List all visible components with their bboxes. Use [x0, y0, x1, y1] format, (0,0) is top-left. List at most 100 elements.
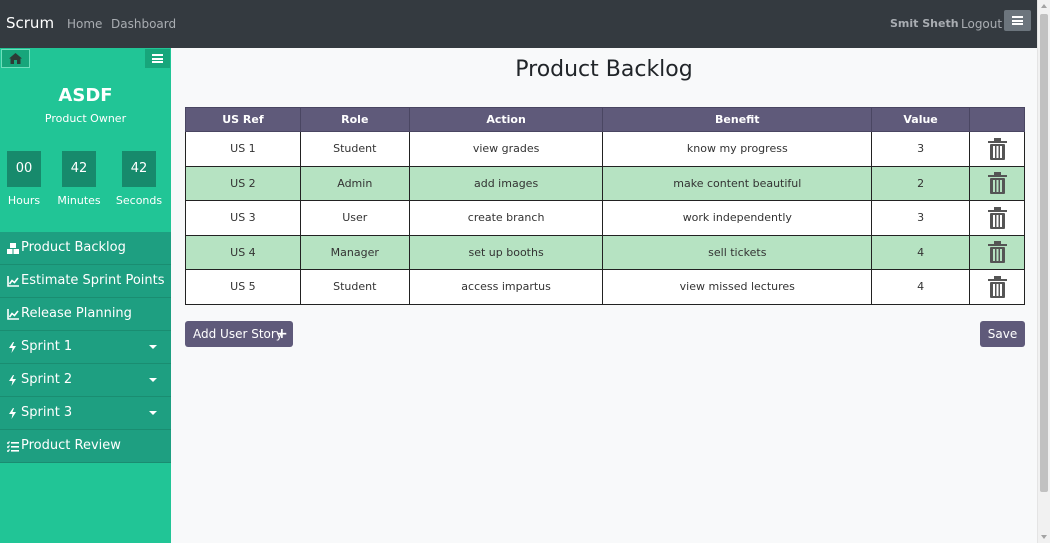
sidebar-item-label: Sprint 1: [21, 339, 73, 354]
timer-seconds-label: Seconds: [115, 194, 163, 207]
sidebar-item-label: Estimate Sprint Points: [21, 273, 165, 288]
cell-action[interactable]: add images: [408, 165, 604, 201]
sidebar-item-product-backlog[interactable]: Product Backlog: [0, 232, 171, 265]
sidebar-item-label: Release Planning: [21, 306, 132, 321]
brand-link[interactable]: Scrum: [6, 14, 54, 32]
column-header-value: Value: [871, 107, 971, 132]
nav-home-link[interactable]: Home: [67, 17, 102, 31]
cell-action[interactable]: access impartus: [408, 269, 604, 305]
sidebar-item-label: Sprint 2: [21, 372, 73, 387]
sidebar: ASDF Product Owner 00 42 42 Hours Minute…: [0, 48, 171, 543]
scroll-up-arrow-icon[interactable]: [1041, 4, 1047, 8]
sidebar-item-estimate-sprint-points[interactable]: Estimate Sprint Points: [0, 265, 171, 298]
sidebar-item-sprint-2[interactable]: Sprint 2: [0, 364, 171, 397]
bolt-icon: [9, 342, 16, 353]
cubes-icon: [7, 243, 19, 254]
chevron-down-icon[interactable]: [149, 345, 157, 349]
team-name: ASDF: [58, 85, 113, 106]
cell-us-ref[interactable]: US 5: [185, 269, 301, 305]
cell-benefit[interactable]: sell tickets: [602, 234, 873, 270]
add-user-story-button[interactable]: Add User Story +: [185, 321, 293, 347]
line-chart-icon: [7, 276, 19, 287]
cell-action[interactable]: create branch: [408, 200, 604, 236]
timer-minutes: 42: [62, 151, 96, 187]
trash-icon: [987, 241, 1007, 264]
page-scrollbar[interactable]: [1037, 0, 1050, 543]
cell-action[interactable]: view grades: [408, 131, 604, 167]
sidebar-item-label: Product Backlog: [21, 240, 126, 255]
sidebar-item-label: Product Review: [21, 438, 121, 453]
timer-minutes-label: Minutes: [57, 194, 101, 207]
navbar-menu-button[interactable]: [1004, 10, 1031, 31]
trash-icon: [987, 137, 1007, 160]
table-row: US 3 User create branch work independent…: [185, 200, 1025, 236]
column-header-us-ref: US Ref: [185, 107, 301, 132]
timer-hours-label: Hours: [7, 194, 41, 207]
delete-row-button[interactable]: [969, 131, 1025, 167]
cell-benefit[interactable]: work independently: [602, 200, 873, 236]
sidebar-toggle-button[interactable]: [145, 49, 170, 68]
cell-value[interactable]: 4: [871, 269, 971, 305]
cell-us-ref[interactable]: US 2: [185, 165, 301, 201]
cell-role[interactable]: User: [299, 200, 410, 236]
user-role: Product Owner: [44, 112, 127, 125]
delete-row-button[interactable]: [969, 165, 1025, 201]
nav-dashboard-link[interactable]: Dashboard: [111, 17, 176, 31]
top-navbar: Scrum Home Dashboard Smit Sheth Logout: [0, 0, 1037, 48]
cell-role[interactable]: Admin: [299, 165, 410, 201]
sidebar-item-sprint-3[interactable]: Sprint 3: [0, 397, 171, 430]
home-icon: [9, 53, 22, 64]
cell-us-ref[interactable]: US 4: [185, 234, 301, 270]
bolt-icon: [9, 375, 16, 386]
cell-value[interactable]: 3: [871, 200, 971, 236]
sidebar-home-button[interactable]: [1, 49, 30, 68]
hamburger-icon: [152, 54, 163, 63]
delete-row-button[interactable]: [969, 200, 1025, 236]
table-row: US 5 Student access impartus view missed…: [185, 269, 1025, 305]
page-title: Product Backlog: [515, 57, 693, 82]
scroll-down-arrow-icon[interactable]: [1041, 535, 1047, 539]
table-row: US 1 Student view grades know my progres…: [185, 131, 1025, 167]
cell-role[interactable]: Student: [299, 131, 410, 167]
sidebar-item-product-review[interactable]: Product Review: [0, 430, 171, 463]
trash-icon: [987, 206, 1007, 229]
add-user-story-label: Add User Story: [193, 327, 283, 341]
cell-us-ref[interactable]: US 1: [185, 131, 301, 167]
column-header-delete: [969, 107, 1025, 132]
backlog-table: US Ref Role Action Benefit Value US 1 St…: [185, 107, 1025, 305]
save-button[interactable]: Save: [980, 321, 1025, 347]
delete-row-button[interactable]: [969, 269, 1025, 305]
column-header-action: Action: [408, 107, 604, 132]
line-chart-icon: [7, 309, 19, 320]
cell-value[interactable]: 3: [871, 131, 971, 167]
cell-role[interactable]: Student: [299, 269, 410, 305]
chevron-down-icon[interactable]: [149, 378, 157, 382]
sidebar-item-sprint-1[interactable]: Sprint 1: [0, 331, 171, 364]
cell-role[interactable]: Manager: [299, 234, 410, 270]
table-row: US 2 Admin add images make content beaut…: [185, 165, 1025, 201]
cell-value[interactable]: 2: [871, 165, 971, 201]
bolt-icon: [9, 408, 16, 419]
tasks-icon: [7, 441, 19, 452]
plus-icon: +: [276, 326, 288, 342]
sidebar-menu: Product Backlog Estimate Sprint Points R…: [0, 232, 171, 463]
sidebar-item-label: Sprint 3: [21, 405, 73, 420]
logout-link[interactable]: Logout: [961, 17, 1002, 31]
user-name: Smit Sheth: [890, 17, 959, 30]
column-header-benefit: Benefit: [602, 107, 873, 132]
sidebar-item-release-planning[interactable]: Release Planning: [0, 298, 171, 331]
cell-value[interactable]: 4: [871, 234, 971, 270]
cell-us-ref[interactable]: US 3: [185, 200, 301, 236]
column-header-role: Role: [299, 107, 410, 132]
table-row: US 4 Manager set up booths sell tickets …: [185, 234, 1025, 270]
cell-action[interactable]: set up booths: [408, 234, 604, 270]
cell-benefit[interactable]: view missed lectures: [602, 269, 873, 305]
cell-benefit[interactable]: make content beautiful: [602, 165, 873, 201]
scroll-thumb[interactable]: [1040, 14, 1048, 492]
hamburger-icon: [1012, 16, 1023, 25]
delete-row-button[interactable]: [969, 234, 1025, 270]
cell-benefit[interactable]: know my progress: [602, 131, 873, 167]
chevron-down-icon[interactable]: [149, 411, 157, 415]
timer-hours: 00: [7, 151, 41, 187]
table-header-row: US Ref Role Action Benefit Value: [185, 107, 1025, 132]
